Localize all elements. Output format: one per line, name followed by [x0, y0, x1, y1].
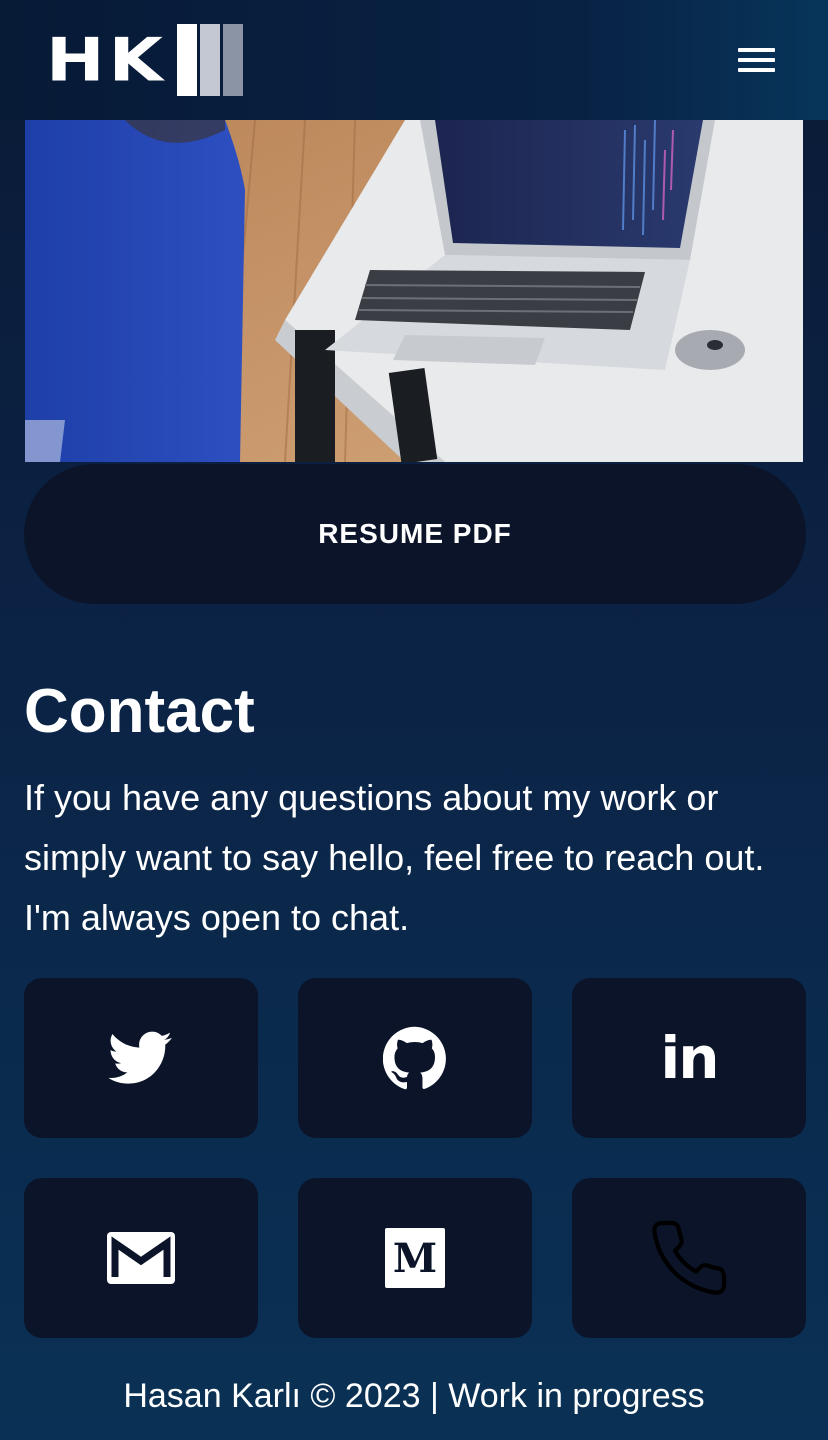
logo-bar — [176, 24, 197, 96]
twitter-icon — [109, 1031, 172, 1084]
phone-icon — [652, 1220, 727, 1295]
menu-line — [738, 58, 775, 62]
social-links: in M — [24, 978, 806, 1338]
resume-pdf-button[interactable]: RESUME PDF — [24, 464, 806, 604]
contact-title: Contact — [24, 677, 255, 746]
github-icon — [383, 1026, 446, 1090]
hamburger-menu-icon[interactable] — [738, 48, 775, 72]
linkedin-button[interactable]: in — [572, 978, 806, 1138]
medium-icon: M — [385, 1228, 445, 1288]
menu-line — [738, 48, 775, 52]
github-button[interactable] — [298, 978, 532, 1138]
email-button[interactable] — [24, 1178, 258, 1338]
medium-button[interactable]: M — [298, 1178, 532, 1338]
logo-bar — [199, 24, 220, 96]
site-header: HK — [0, 0, 828, 120]
gmail-icon — [107, 1232, 175, 1284]
menu-line — [738, 68, 775, 72]
hero-photo — [25, 120, 803, 462]
logo-text: HK — [46, 25, 167, 95]
footer-text: Hasan Karlı © 2023 | Work in progress — [123, 1377, 705, 1415]
phone-button[interactable] — [572, 1178, 806, 1338]
medium-icon-letter: M — [392, 1234, 438, 1282]
logo-bar — [222, 24, 243, 96]
twitter-button[interactable] — [24, 978, 258, 1138]
logo[interactable]: HK — [46, 24, 246, 96]
logo-bars — [176, 24, 246, 96]
linkedin-icon: in — [660, 1024, 719, 1092]
contact-description: If you have any questions about my work … — [24, 777, 765, 938]
person-with-laptop-photo — [25, 120, 803, 462]
